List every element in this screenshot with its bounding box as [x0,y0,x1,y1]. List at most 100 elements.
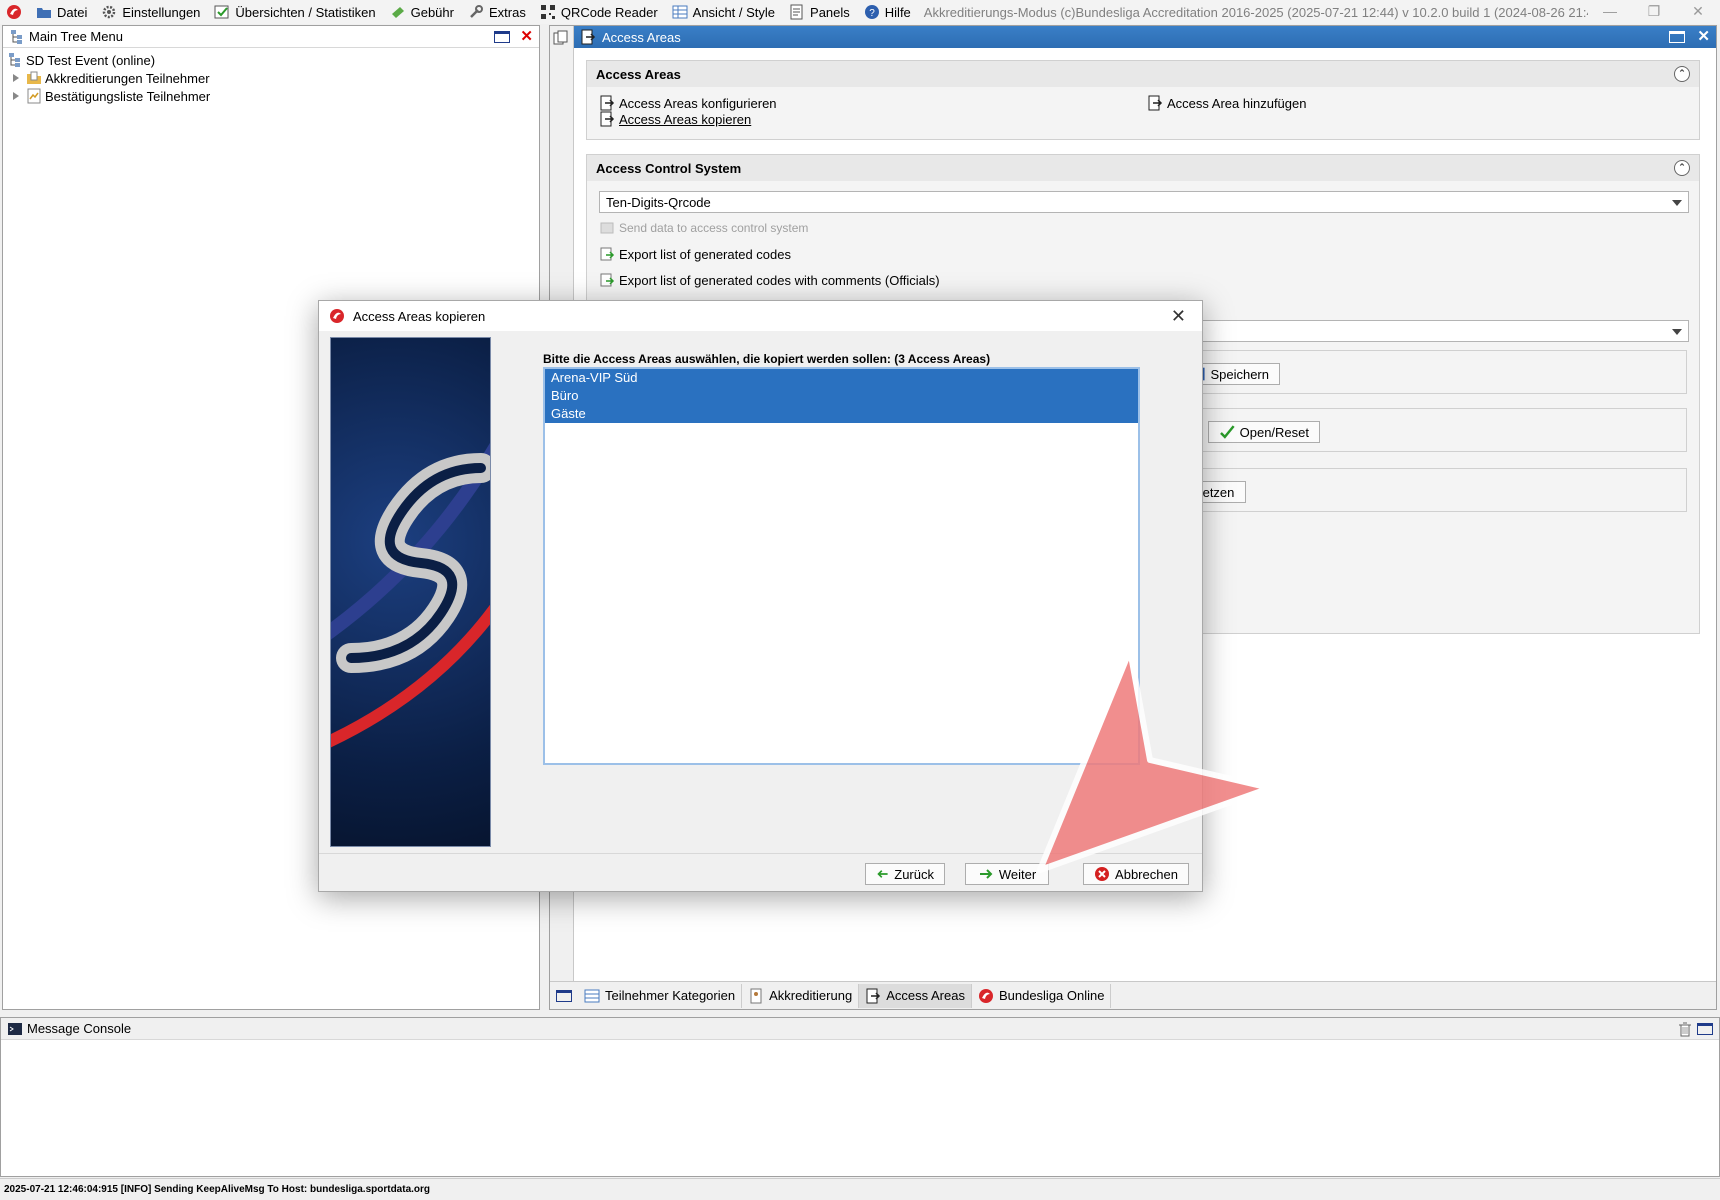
menu-datei[interactable]: Datei [29,0,94,24]
copy-window-icon[interactable] [553,30,569,46]
link-label: Export list of generated codes [619,246,791,262]
menu-qrcode-reader[interactable]: QRCode Reader [533,0,665,24]
minimize-button[interactable]: — [1588,0,1632,24]
list-item[interactable]: Büro [545,387,1138,405]
collapse-icon[interactable]: ⌃ [1674,66,1690,82]
restore-button[interactable]: ❐ [1632,0,1676,24]
open-reset-button[interactable]: Open/Reset [1208,421,1320,443]
menu-ansicht-style[interactable]: Ansicht / Style [665,0,782,24]
qrcode-icon [540,5,555,19]
list-item[interactable]: Gäste [545,405,1138,423]
message-console-panel: Message Console [0,1017,1720,1177]
menu-panels[interactable]: Panels [782,0,857,24]
app-logo [0,0,29,24]
status-bar: 2025-07-21 12:46:04:915 [INFO] Sending K… [0,1178,1720,1200]
main-tree-header: Main Tree Menu ✕ [3,26,539,48]
svg-text:?: ? [869,8,875,19]
tab-label: Teilnehmer Kategorien [605,988,736,1003]
button-label: Abbrechen [1115,866,1178,882]
panel-title: Main Tree Menu [29,29,123,44]
dropdown-arrow-icon [1672,329,1682,335]
access-areas-list[interactable]: Arena-VIP Süd Büro Gäste [543,367,1140,765]
next-button[interactable]: Weiter [965,863,1049,885]
access-areas-section: Access Areas ⌃ Access Areas konfiguriere… [586,60,1700,140]
dialog-close-button[interactable]: ✕ [1171,306,1192,327]
menu-label: Ansicht / Style [692,4,776,20]
arrow-right-icon [979,869,993,879]
wrench-icon [470,5,483,18]
export-codes-comments-button[interactable]: Export list of generated codes with comm… [599,272,940,288]
button-label: Open/Reset [1239,424,1309,440]
tab-access-areas[interactable]: Access Areas [859,983,972,1008]
close-panel-button[interactable]: ✕ [514,29,533,44]
access-control-system-select[interactable]: Ten-Digits-Qrcode [599,191,1689,213]
list-item[interactable]: Arena-VIP Süd [545,369,1138,387]
menu-label: Datei [57,4,88,20]
link-add-access-area[interactable]: Access Area hinzufügen [1147,95,1306,111]
access-area-icon [581,29,596,45]
tab-label: Bundesliga Online [998,988,1105,1003]
back-button[interactable]: Zurück [865,863,945,885]
tab-teilnehmer-kategorien[interactable]: Teilnehmer Kategorien [578,983,743,1008]
panel-title: Access Areas [602,29,681,45]
cancel-icon [1095,867,1110,881]
menu-label: QRCode Reader [560,4,658,20]
bundesliga-logo-icon [978,988,993,1003]
link-label: Access Area hinzufügen [1167,95,1307,111]
dialog-prompt: Bitte die Access Areas auswählen, die ko… [543,352,991,366]
tree-item-label: SD Test Event (online) [26,52,156,68]
menubar: Datei Einstellungen Übersichten / Statis… [0,0,1720,24]
button-label: Zurück [894,866,934,882]
tree: SD Test Event (online) Akkreditierungen … [3,48,539,108]
dialog-titlebar: Access Areas kopieren ✕ [319,301,1202,331]
panels-icon [790,4,803,20]
cancel-button[interactable]: Abbrechen [1083,863,1189,885]
close-panel-button[interactable]: ✕ [1691,29,1710,44]
tree-item-akkreditierungen[interactable]: Akkreditierungen Teilnehmer [7,69,535,87]
menu-einstellungen[interactable]: Einstellungen [94,0,207,24]
collapse-icon[interactable]: ⌃ [1674,160,1690,176]
link-label: Access Areas kopieren [619,111,752,127]
categories-icon [584,989,600,1002]
maximize-icon[interactable] [494,30,511,43]
message-console-header: Message Console [1,1018,1719,1040]
tab-label: Access Areas [886,988,965,1003]
export-codes-button[interactable]: Export list of generated codes [599,246,791,262]
arrow-left-icon [877,870,888,878]
section-header: Access Control System ⌃ [587,155,1699,181]
section-header: Access Areas ⌃ [587,61,1699,87]
list-document-icon [27,88,41,104]
link-copy-access-areas[interactable]: Access Areas kopieren [599,111,751,127]
tree-item-bestaetigungsliste[interactable]: Bestätigungsliste Teilnehmer [7,87,535,105]
link-configure-access-areas[interactable]: Access Areas konfigurieren [599,95,777,111]
menu-uebersichten[interactable]: Übersichten / Statistiken [207,0,382,24]
section-title: Access Control System [596,160,742,176]
menu-label: Hilfe [884,4,911,20]
trash-icon[interactable] [1677,1021,1693,1037]
close-window-button[interactable]: ✕ [1676,0,1720,24]
dialog-title: Access Areas kopieren [353,308,486,324]
tab-akkreditierung[interactable]: Akkreditierung [742,983,860,1008]
expand-arrow-icon[interactable] [13,92,19,100]
maximize-icon[interactable] [1669,31,1686,43]
gear-icon [103,5,116,19]
expand-arrow-icon[interactable] [13,74,19,82]
wizard-side-image [330,337,491,847]
tab-bundesliga-online[interactable]: Bundesliga Online [972,983,1112,1008]
bottom-tab-bar: Teilnehmer Kategorien Akkreditierung Acc… [550,981,1716,1009]
button-label: Speichern [1210,366,1269,382]
menu-hilfe[interactable]: ? Hilfe [857,0,918,24]
copy-access-areas-dialog: Access Areas kopieren ✕ Bitte die Access… [318,300,1203,892]
menu-extras[interactable]: Extras [461,0,533,24]
tree-item-label: Akkreditierungen Teilnehmer [45,70,210,86]
link-label: Access Areas konfigurieren [619,95,777,111]
menu-label: Übersichten / Statistiken [235,4,376,20]
badge-icon [750,988,762,1003]
maximize-icon[interactable] [1697,1022,1713,1035]
window-controls: — ❐ ✕ [1588,0,1720,24]
menu-gebuehr[interactable]: Gebühr [383,0,461,24]
tree-root-icon [9,53,20,67]
maximize-icon[interactable] [556,989,572,1002]
send-data-button[interactable]: Send data to access control system [599,220,808,236]
tree-item-event[interactable]: SD Test Event (online) [7,51,535,69]
